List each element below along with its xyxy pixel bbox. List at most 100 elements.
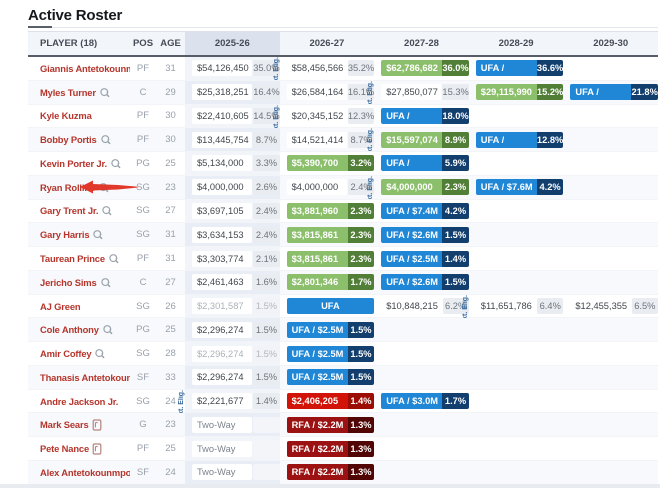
cell-2029-30 (563, 223, 658, 246)
cell-2025-26: $3,303,7742.1% (185, 247, 280, 270)
circular-arrows-icon[interactable] (101, 205, 112, 216)
column-header-player-18-[interactable]: PLAYER (18) (28, 32, 130, 55)
player-name-link[interactable]: AJ Green (40, 301, 80, 312)
salary-value: $2,461,463 (192, 274, 252, 290)
salary-value: $13,445,754 (192, 132, 252, 148)
player-age: 30 (156, 110, 185, 121)
badge-value: UFA / $43.7M (570, 84, 631, 100)
column-header-age[interactable]: AGE (156, 32, 185, 55)
badge-percent: 21.8% (631, 84, 658, 100)
badge-percent: 2.3% (348, 251, 375, 267)
document-icon[interactable] (92, 419, 102, 431)
cell-2026-27: $3,815,8612.3% (280, 247, 375, 270)
player-name-link[interactable]: Thanasis Antetokounmpo (40, 372, 130, 383)
cell-2028-29 (469, 105, 564, 128)
cell-2028-29 (469, 437, 564, 460)
player-name-link[interactable]: Kyle Kuzma (40, 110, 92, 121)
cell-2026-27: $14,521,4148.7% (280, 128, 375, 151)
cell-2029-30 (563, 128, 658, 151)
badge-percent: 1.4% (348, 393, 375, 409)
player-position: SF (130, 467, 156, 478)
guaranteed-salary-badge: $62,786,68236.0% (381, 60, 469, 76)
badge-value: UFA / $2.5M (287, 346, 348, 362)
column-header-2026-27[interactable]: 2026-27 (280, 32, 375, 55)
cell-2028-29: xt. Elig.$11,651,7866.4% (469, 295, 564, 318)
cell-2027-28: UFA / $10.2M5.9% (374, 152, 469, 175)
badge-value: UFA / $31.4M (381, 108, 442, 124)
cell-2025-26: $4,000,0002.6% (185, 176, 280, 199)
cell-2026-27: $2,801,3461.7% (280, 271, 375, 294)
circular-arrows-icon[interactable] (92, 229, 103, 240)
badge-value: UFA / $2.6M (381, 274, 442, 290)
circular-arrows-icon[interactable] (102, 324, 113, 335)
cell-2029-30 (563, 390, 658, 413)
badge-percent: 1.3% (348, 441, 375, 457)
document-icon[interactable] (92, 443, 102, 455)
cell-2029-30: UFA / $43.7M21.8% (563, 81, 658, 104)
cell-2029-30 (563, 366, 658, 389)
player-name-link[interactable]: Jericho Sims (40, 277, 97, 288)
circular-arrows-icon[interactable] (108, 253, 119, 264)
column-header-2027-28[interactable]: 2027-28 (374, 32, 469, 55)
cap-percent: 15.3% (442, 84, 468, 100)
cell-2025-26: $3,697,1052.4% (185, 200, 280, 223)
badge-percent: 36.6% (537, 60, 564, 76)
player-name-link[interactable]: Myles Turner (40, 87, 96, 98)
circular-arrows-icon[interactable] (110, 158, 121, 169)
column-header-2028-29[interactable]: 2028-29 (469, 32, 564, 55)
player-name-link[interactable]: Alex Antetokounmpo (40, 467, 130, 478)
cap-percent: 1.4% (253, 393, 279, 409)
player-name-link[interactable]: Giannis Antetokounmpo (40, 63, 130, 74)
cell-2028-29 (469, 461, 564, 484)
cell-2028-29 (469, 366, 564, 389)
badge-percent: 1.5% (442, 274, 469, 290)
player-name-link[interactable]: Pete Nance (40, 443, 89, 454)
guaranteed-salary-badge: $29,115,99015.2% (476, 84, 564, 100)
cell-2026-27: RFA / $2.2M1.3% (280, 437, 375, 460)
player-name-link[interactable]: Andre Jackson Jr. (40, 396, 118, 407)
cell-2027-28: xt. Elig.$15,597,0748.9% (374, 128, 469, 151)
player-name-link[interactable]: Bobby Portis (40, 134, 97, 145)
player-age: 25 (156, 158, 185, 169)
player-name-link[interactable]: Kevin Porter Jr. (40, 158, 107, 169)
player-name-cell: AJ Green (28, 301, 130, 312)
column-header-2025-26[interactable]: 2025-26 (185, 32, 280, 55)
cell-2026-27: $2,406,2051.4% (280, 390, 375, 413)
cell-2025-26: $3,634,1532.4% (185, 223, 280, 246)
ufa-projection-badge: UFA / $10.2M5.9% (381, 155, 469, 171)
player-name-link[interactable]: Amir Coffey (40, 348, 91, 359)
annotation-arrow-icon (80, 180, 138, 195)
cap-percent: 1.5% (253, 298, 279, 314)
cell-2025-26: $2,296,2741.5% (185, 342, 280, 365)
player-name-link[interactable]: Taurean Prince (40, 253, 105, 264)
badge-value: UFA / $2.5M (381, 251, 442, 267)
player-position: SG (130, 348, 156, 359)
player-name-link[interactable]: Mark Sears (40, 419, 89, 430)
circular-arrows-icon[interactable] (94, 348, 105, 359)
cap-percent: 2.4% (253, 227, 279, 243)
column-header-2029-30[interactable]: 2029-30 (563, 32, 658, 55)
column-header-pos[interactable]: POS (130, 32, 156, 55)
badge-percent: 15.2% (537, 84, 564, 100)
badge-percent: 1.5% (442, 227, 469, 243)
cell-2029-30 (563, 152, 658, 175)
salary-value: $25,318,251 (192, 84, 252, 100)
badge-percent: 1.3% (348, 464, 375, 480)
player-name-link[interactable]: Cole Anthony (40, 324, 99, 335)
circular-arrows-icon[interactable] (100, 134, 111, 145)
player-name-link[interactable]: Gary Harris (40, 229, 89, 240)
active-roster-page: Active Roster PLAYER (18)POSAGE2025-2620… (0, 0, 660, 488)
two-way-label: Two-Way (192, 464, 252, 480)
badge-percent: 1.7% (348, 274, 375, 290)
circular-arrows-icon[interactable] (100, 277, 111, 288)
player-position: G (130, 419, 156, 430)
player-age: 27 (156, 205, 185, 216)
circular-arrows-icon[interactable] (99, 87, 110, 98)
cell-2025-26: Two-Way (185, 413, 280, 436)
cell-2026-27: UFA / $2.5M1.5% (280, 342, 375, 365)
salary-value: $11,651,786 (476, 298, 536, 314)
player-name-link[interactable]: Gary Trent Jr. (40, 205, 98, 216)
ufa-projection-badge: UFA / $2.5M1.5% (287, 346, 375, 362)
player-position: SG (130, 205, 156, 216)
ufa-label: UFA (321, 298, 340, 314)
